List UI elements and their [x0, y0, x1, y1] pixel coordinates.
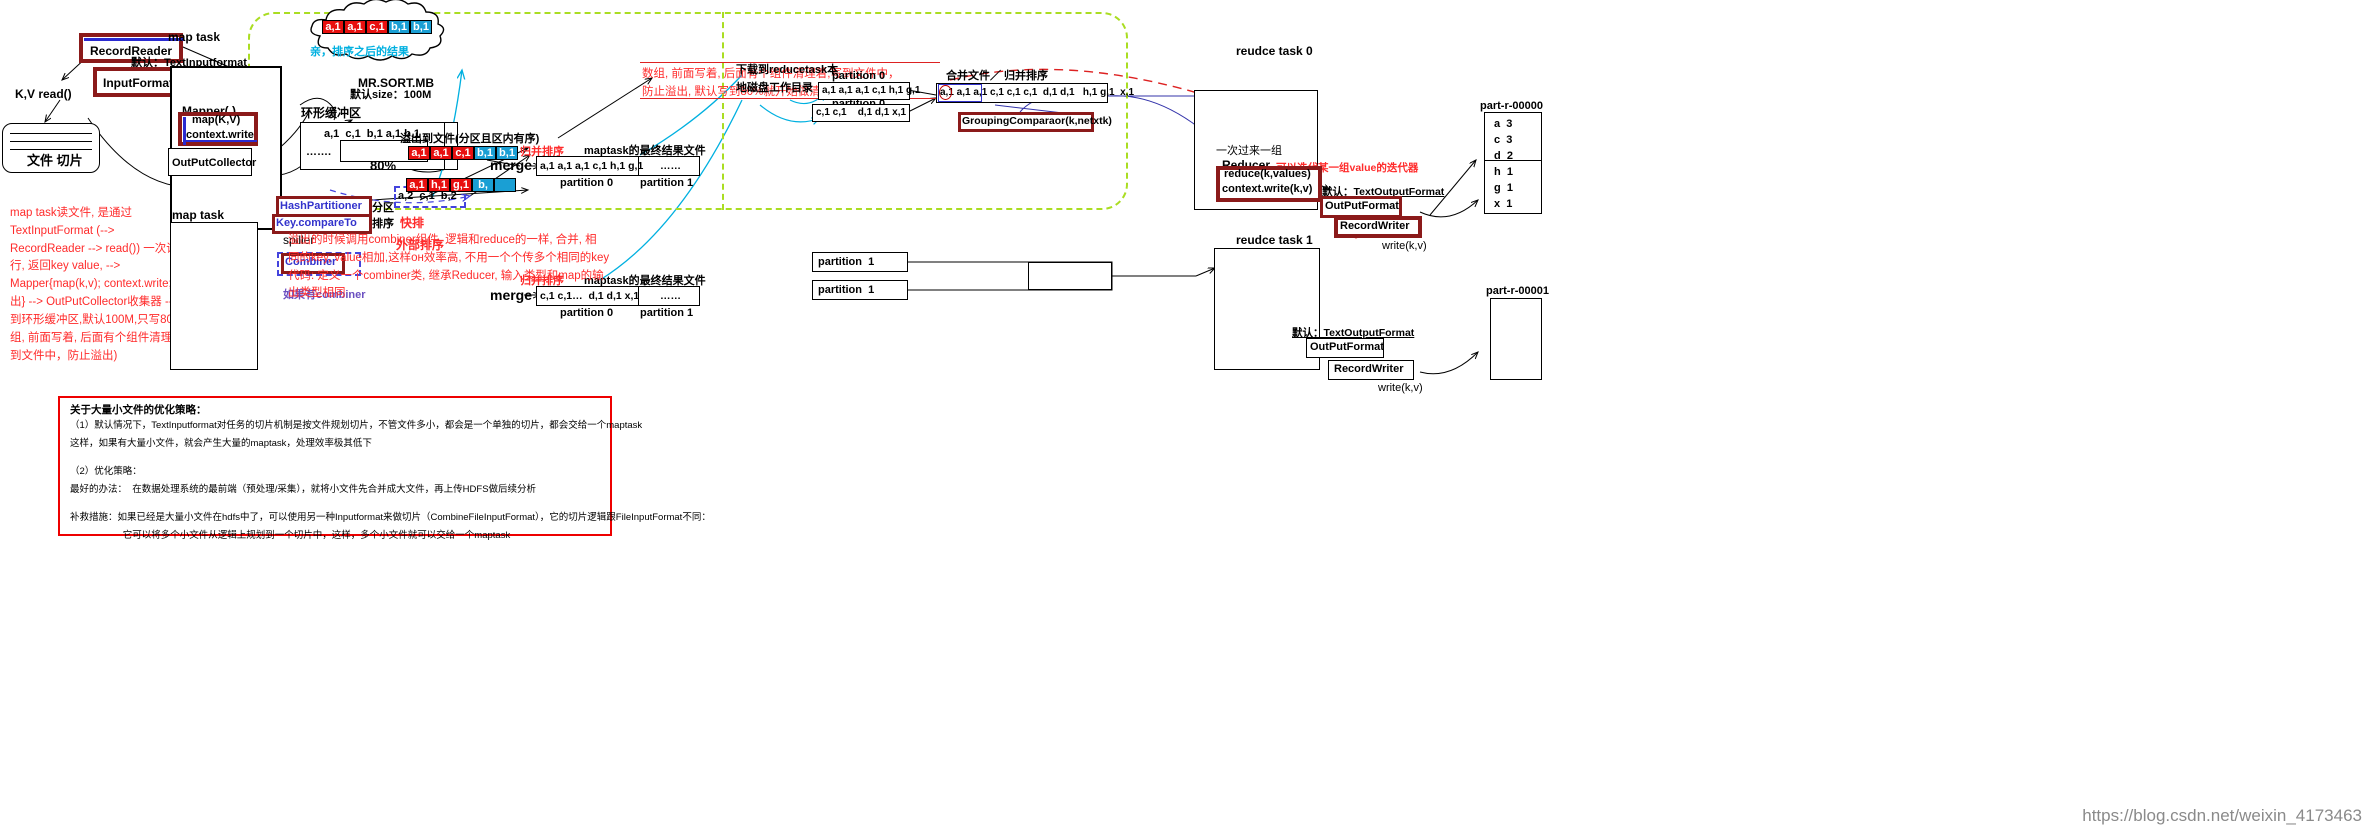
combiner-note-text: 溢出的时候调用combiner组件, 逻辑和reduce的一样, 合并, 相 同…	[288, 234, 610, 300]
key-compareto-label: Key.compareTo	[276, 217, 357, 229]
reduce-merge1-box	[1028, 262, 1112, 290]
optimization-note-line: 这样，如果有大量小文件，就会产生大量的maptask，处理效率极其低下	[70, 438, 372, 449]
merge-label-1: merge	[490, 157, 533, 173]
partition1-label-b: partition 1	[818, 284, 875, 296]
partition1-label-a: partition 1	[818, 256, 875, 268]
write-kv-label-1: write(k,v)	[1378, 382, 1423, 394]
download-reducetask-label: 下载到reducetask本	[736, 64, 839, 76]
shuffle-region-divider	[722, 12, 724, 210]
reduce-row-a-content: a,1 a,1 a,1 c,1 h,1 g,1	[822, 85, 921, 96]
reduce-kvalues-label: reduce(k,values)	[1224, 168, 1311, 180]
part-r-00001-label: part-r-00001	[1486, 285, 1549, 297]
map-kv-label: map(K,V)	[192, 114, 241, 126]
kv-cell	[494, 178, 516, 192]
part-r-00000-row: d 2	[1494, 150, 1513, 162]
context-write-label: context.write	[186, 129, 254, 141]
map-task-container-bottom	[170, 222, 258, 370]
disk-workdir-label: 地磁盘工作目录	[736, 82, 813, 94]
ring-buffer-label: 环形缓冲区	[301, 106, 362, 120]
maptask-result-content-1: a,1 a,1 a,1 c,1 h,1 g,1	[540, 160, 644, 172]
kv-cell: a,1	[406, 178, 428, 192]
kv-cell: b,1	[410, 20, 432, 34]
reduce-context-write-label: context.write(k,v)	[1222, 183, 1313, 195]
kv-read-label: K,V read()	[15, 87, 72, 101]
partition-cn-label: 分区	[372, 202, 394, 214]
optimization-note-line: （1）默认情况下，TextInputformat对任务的切片机制是按文件规划切片…	[70, 420, 643, 431]
optimization-note-line: 最好的办法： 在数据处理系统的最前端（预处理/采集），就将小文件先合并成大文件，…	[70, 484, 537, 495]
part-r-00000-table	[1484, 112, 1542, 214]
watermark: https://blog.csdn.net/weixin_4173463	[2082, 806, 2362, 825]
part-r-00000-row: x 1	[1494, 198, 1513, 210]
buffer-80pct-label: 80%	[370, 158, 397, 173]
optimization-note-line: 它可以将多个小文件从逻辑上规划到一个切片中，这样，多个小文件就可以交给一个map…	[70, 530, 511, 541]
input-format-label: InputFormat	[103, 76, 173, 90]
file-split-line-1	[10, 133, 92, 134]
quicksort-label: 快排	[400, 216, 425, 230]
kv-cell: a,1	[322, 20, 344, 34]
map-task-label-top: map task	[168, 30, 221, 44]
reduce-task1-label: reudce task 1	[1236, 233, 1313, 247]
output-format-label-1: OutPutFormat	[1310, 341, 1384, 353]
cloud-caption: 亲，排序之后的结果	[310, 46, 409, 58]
grouping-comparator-label: GroupingComparaor(k,netxtk)	[962, 115, 1112, 127]
optimization-note-title: 关于大量小文件的优化策略：	[70, 404, 207, 416]
file-split-line-3	[10, 149, 92, 150]
kv-cell: c,1	[366, 20, 388, 34]
cloud-kv-row: a,1 a,1 c,1 b,1 b,1	[322, 20, 432, 34]
map-task-label-bottom: map task	[172, 208, 225, 222]
output-collector-label: OutPutCollector	[172, 157, 257, 169]
one-group-label: 一次过来一组	[1216, 145, 1282, 157]
partition0-label-2: partition 0	[560, 307, 614, 319]
kv-cell: a,1	[430, 146, 452, 160]
sort-cn-label: 排序	[372, 218, 394, 230]
file-split-line-2	[10, 141, 92, 142]
ring-buffer-dots: …….	[306, 146, 332, 158]
file-split-label: 文件 切片	[27, 153, 83, 168]
reduce-task0-label: reudce task 0	[1236, 44, 1313, 58]
reduce-task1-container	[1214, 248, 1320, 370]
partition1-label-2: partition 1	[640, 307, 694, 319]
mr-sort-size-label: 默认size：100M	[350, 89, 432, 101]
merge-files-label: 合并文件／ 归并排序	[946, 70, 1049, 82]
part-r-00000-row: h 1	[1494, 166, 1513, 178]
combiner-result-label: a,2 c,1 b,2	[398, 190, 457, 202]
maptask-result-dots-2: ……	[660, 290, 681, 302]
record-writer-label-1: RecordWriter	[1334, 363, 1404, 375]
part-r-00000-row: a 3	[1494, 118, 1513, 130]
kv-cell: h,1	[428, 178, 450, 192]
part-r-00000-rule	[1484, 160, 1542, 161]
part-r-00000-row: c 3	[1494, 134, 1513, 146]
optimization-note-line: 补救措施：如果已经是大量小文件在hdfs中了，可以使用另一种Inputforma…	[70, 512, 711, 523]
spill-row-1: a,1 h,1 g,1 b,	[406, 178, 516, 192]
kv-cell: b,1	[388, 20, 410, 34]
part-r-00001-table	[1490, 298, 1542, 380]
kv-cell: g,1	[450, 178, 472, 192]
part-r-00000-row: g 1	[1494, 182, 1513, 194]
kv-cell: c,1	[452, 146, 474, 160]
hash-partitioner-label: HashPartitioner	[280, 200, 362, 212]
reduce-row-b-content: c,1 c,1 d,1 d,1 x,1	[816, 107, 907, 118]
output-format-label-0: OutPutFormat	[1325, 200, 1399, 212]
write-kv-label-0: write(k,v)	[1382, 240, 1427, 252]
record-writer-label-0: RecordWriter	[1340, 220, 1410, 232]
spill-to-file-label: 溢出到文件(分区且区内有序)	[400, 133, 540, 145]
partition1-label-1: partition 1	[640, 177, 694, 189]
top-note-rule-1	[640, 62, 940, 63]
kv-cell: a,1	[344, 20, 366, 34]
maptask-result-dots-1: ……	[660, 160, 681, 172]
merged-single-key-highlight	[939, 85, 952, 100]
optimization-note-line: （2）优化策略：	[70, 466, 142, 477]
kv-cell: b,	[472, 178, 494, 192]
partition0-label-1: partition 0	[560, 177, 614, 189]
kv-cell: a,1	[408, 146, 430, 160]
